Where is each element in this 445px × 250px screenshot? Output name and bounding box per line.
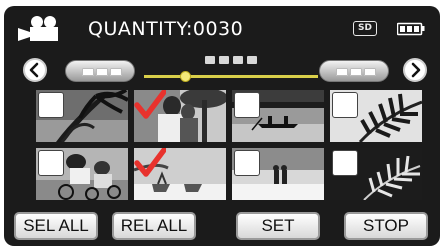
scroll-track[interactable] [144, 75, 318, 78]
previous-page-button[interactable] [23, 58, 47, 82]
select-checkbox[interactable] [38, 92, 64, 118]
next-page-button[interactable] [403, 58, 427, 82]
thumbnail-beach-chairs[interactable] [134, 148, 226, 200]
battery-full-icon [397, 22, 425, 36]
header: QUANTITY:0030 SD [4, 6, 440, 52]
select-checkbox[interactable] [234, 92, 260, 118]
select-checkbox[interactable] [38, 150, 64, 176]
thumbnail-palm-branch[interactable] [330, 148, 422, 200]
select-checkbox[interactable] [332, 150, 358, 176]
chevron-right-icon [411, 62, 421, 78]
checkmark-icon [134, 148, 166, 177]
screen: QUANTITY:0030 SD SEL ALL REL ALL SET STO… [0, 0, 445, 250]
page-forward-bar[interactable] [319, 60, 389, 82]
select-checkbox[interactable] [234, 150, 260, 176]
thumbnail-couple-on-beach[interactable] [232, 148, 324, 200]
thumbnail-palm-trees[interactable] [36, 90, 128, 142]
bar-dash [110, 68, 122, 76]
bar-dash [350, 68, 362, 76]
bar-dash [336, 68, 348, 76]
release-all-button[interactable]: REL ALL [112, 212, 196, 240]
bar-dash [96, 68, 108, 76]
video-camera-icon [18, 16, 58, 41]
checkmark-icon [134, 90, 166, 119]
page-indicator [205, 56, 257, 64]
stop-button[interactable]: STOP [344, 212, 428, 240]
thumbnail-cyclists[interactable] [36, 148, 128, 200]
page-back-bar[interactable] [65, 60, 135, 82]
bar-dash [364, 68, 376, 76]
bar-dash [82, 68, 94, 76]
selection-panel: QUANTITY:0030 SD SEL ALL REL ALL SET STO… [4, 6, 440, 246]
scroll-knob[interactable] [180, 71, 191, 82]
sd-card-badge: SD [353, 21, 377, 36]
navigation-row [4, 52, 440, 92]
quantity-title: QUANTITY:0030 [88, 18, 244, 40]
set-button[interactable]: SET [236, 212, 320, 240]
select-all-button[interactable]: SEL ALL [14, 212, 98, 240]
thumbnail-couple-with-tree[interactable] [134, 90, 226, 142]
chevron-left-icon [29, 62, 39, 78]
select-checkbox[interactable] [332, 92, 358, 118]
thumbnail-canoe-on-lake[interactable] [232, 90, 324, 142]
thumbnail-palm-leaves[interactable] [330, 90, 422, 142]
